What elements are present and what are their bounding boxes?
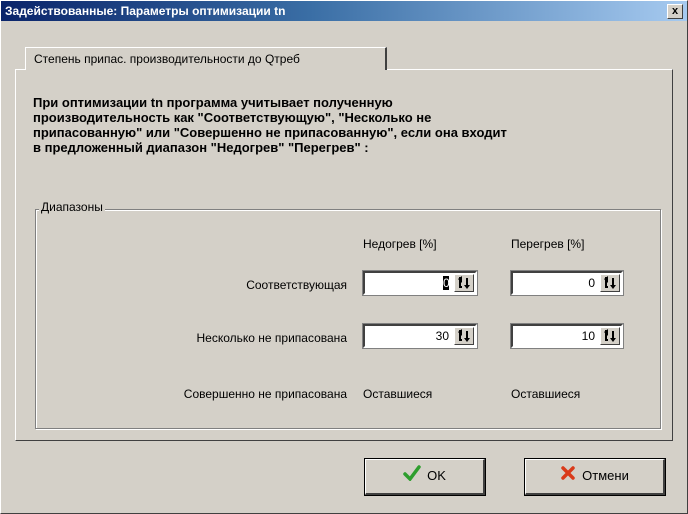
updown-arrows-icon xyxy=(604,276,616,289)
spinner-updown-button[interactable] xyxy=(454,274,474,292)
row-label-completely-unfit: Совершенно не припасована xyxy=(183,387,347,401)
ok-button-label: OK xyxy=(427,468,446,483)
close-button[interactable]: x xyxy=(667,4,683,19)
updown-arrows-icon xyxy=(604,329,616,342)
tab-degree-of-fit[interactable]: Степень припас. производительности до Qт… xyxy=(25,47,387,70)
column-header-overheat: Перегрев [%] xyxy=(511,237,585,251)
cancel-button[interactable]: Отмени xyxy=(524,458,666,496)
dialog-window: Задействованные: Параметры оптимизации t… xyxy=(0,0,688,514)
column-header-underheat: Недогрев [%] xyxy=(363,237,437,251)
title-bar: Задействованные: Параметры оптимизации t… xyxy=(1,1,687,21)
underheat-somewhat-value[interactable]: 30 xyxy=(436,329,449,343)
cross-icon xyxy=(560,461,576,493)
updown-arrows-icon xyxy=(458,329,470,342)
updown-arrows-icon xyxy=(458,276,470,289)
overheat-remaining-text: Оставшиеся xyxy=(511,387,581,401)
row-label-matching: Соответствующая xyxy=(246,278,347,292)
underheat-remaining-text: Оставшиеся xyxy=(363,387,433,401)
ranges-group-legend: Диапазоны xyxy=(39,200,105,214)
cancel-button-label: Отмени xyxy=(582,468,629,483)
description-text: При оптимизации tn программа учитывает п… xyxy=(33,95,507,155)
overheat-somewhat-spinner[interactable]: 10 xyxy=(510,323,624,349)
ok-button[interactable]: OK xyxy=(364,458,486,496)
underheat-somewhat-spinner[interactable]: 30 xyxy=(362,323,478,349)
overheat-matching-spinner[interactable]: 0 xyxy=(510,270,624,296)
spinner-updown-button[interactable] xyxy=(454,327,474,345)
checkmark-icon xyxy=(403,461,421,493)
overheat-somewhat-value[interactable]: 10 xyxy=(582,329,595,343)
underheat-matching-spinner[interactable]: 0 xyxy=(362,270,478,296)
spinner-updown-button[interactable] xyxy=(600,274,620,292)
underheat-matching-value[interactable]: 0 xyxy=(443,276,450,290)
overheat-matching-value[interactable]: 0 xyxy=(588,276,595,290)
row-label-somewhat-unfit: Несколько не припасована xyxy=(196,331,348,345)
spinner-updown-button[interactable] xyxy=(600,327,620,345)
window-title: Задействованные: Параметры оптимизации t… xyxy=(5,4,286,18)
